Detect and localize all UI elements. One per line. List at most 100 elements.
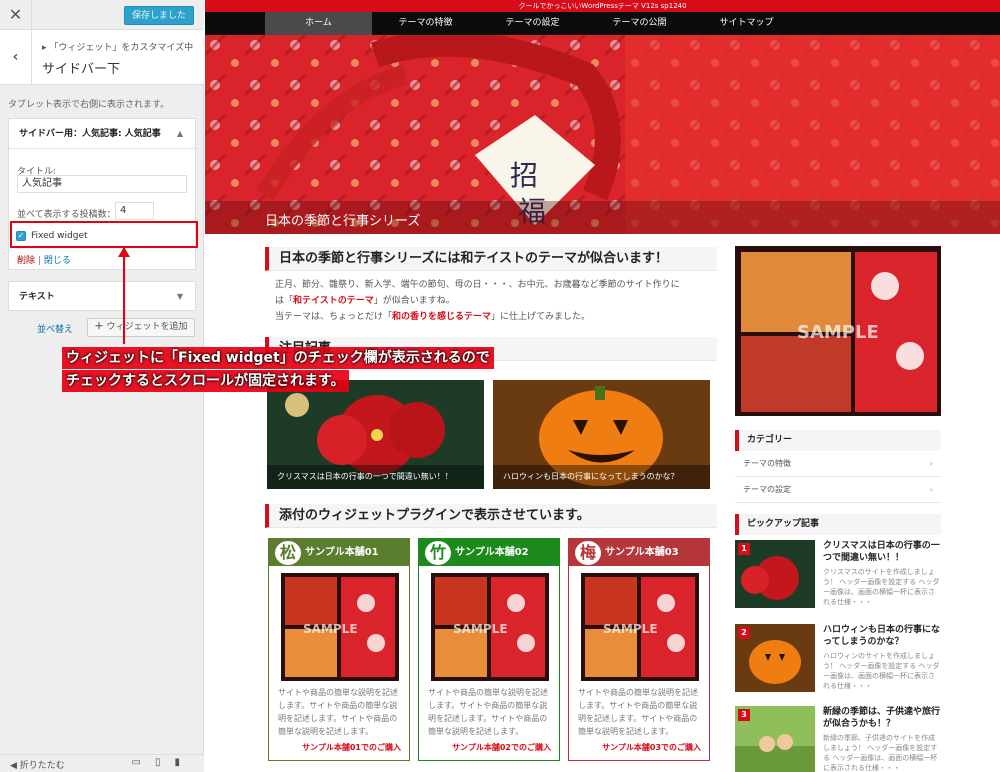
hero-caption-bar: 日本の季節と行事シリーズ xyxy=(205,201,1000,234)
nav-features[interactable]: テーマの特徴 xyxy=(372,12,479,35)
collapse-label: 折りたたむ xyxy=(19,761,65,771)
chevron-right-icon: › xyxy=(929,485,933,494)
device-switcher: ▭▯▮ xyxy=(132,757,194,768)
intro-line-3: 当テーマは、ちょっとだけ「和の香りを感じるテーマ」に仕上げてみました。 xyxy=(275,312,591,322)
plus-icon: ＋ xyxy=(94,322,104,332)
product-card-01: 松 サンプル本舗01 SAMPLE サイトや商品の簡単な説明を記述します。サイト… xyxy=(268,538,410,761)
site-top-bar: クールでかっこいいWordPressテーマ V12s sp1240 xyxy=(205,0,1000,12)
plugin-heading: 添付のウィジェットプラグインで表示させています。 xyxy=(265,504,717,528)
pickup-excerpt: クリスマスのサイトを作成しましょう！ ヘッダー画像を設定する ヘッダー画像は、画… xyxy=(823,568,940,606)
category-item[interactable]: テーマの設定 › xyxy=(735,477,941,503)
annotation-line-2: チェックするとスクロールが固定されます。 xyxy=(62,370,349,392)
product-description: サイトや商品の簡単な説明を記述します。サイトや商品の簡単な説明を記述します。サイ… xyxy=(578,688,698,736)
product-card-03: 梅 サンプル本舗03 SAMPLE サイトや商品の簡単な説明を記述します。サイト… xyxy=(568,538,710,761)
product-buy-link[interactable]: サンプル本舗01でのご購入 xyxy=(302,742,401,753)
close-link[interactable]: 閉じる xyxy=(44,256,71,266)
pickup-title-text: ハロウィンも日本の行事になってしまうのかな？ xyxy=(823,625,941,647)
pickup-item[interactable]: 1 クリスマスは日本の行事の一つで間違い無い！！ クリスマスのサイトを作成しまし… xyxy=(735,540,941,620)
svg-text:SAMPLE: SAMPLE xyxy=(603,622,658,636)
product-header: 竹 サンプル本舗02 xyxy=(419,539,559,566)
product-title: サンプル本舗03 xyxy=(605,547,679,558)
pickup-rank: 2 xyxy=(738,627,750,639)
pickup-rank: 1 xyxy=(738,543,750,555)
add-widget-label: ウィジェットを追加 xyxy=(106,322,188,332)
product-description: サイトや商品の簡単な説明を記述します。サイトや商品の簡単な説明を記述します。サイ… xyxy=(428,688,548,736)
widget-title: テキスト xyxy=(19,292,55,302)
featured-caption: クリスマスは日本の行事の一つで間違い無い！！ xyxy=(267,465,484,489)
category-title: カテゴリー xyxy=(735,430,941,451)
main-content: 日本の季節と行事シリーズには和テイストのテーマが似合います！ 正月、節分、雛祭り… xyxy=(265,247,717,325)
close-icon[interactable]: ✕ xyxy=(0,0,32,30)
pine-badge-icon: 松 xyxy=(275,541,301,565)
triangle-down-icon[interactable]: ▼ xyxy=(177,282,183,312)
post-count-label: 並べて表示する投稿数： xyxy=(17,210,116,220)
customizer-topbar: ✕ 保存しました xyxy=(0,0,204,30)
widget-text: テキスト ▼ xyxy=(8,281,196,311)
category-item[interactable]: テーマの特徴 › xyxy=(735,451,941,477)
product-buy-link[interactable]: サンプル本舗02でのご購入 xyxy=(452,742,551,753)
breadcrumb-text: 「ウィジェット」をカスタマイズ中 xyxy=(49,43,194,53)
post-count-input[interactable]: 4 xyxy=(115,202,154,220)
widget-title: サイドバー用：人気記事: 人気記事 xyxy=(19,129,161,139)
site-sidebar: SAMPLE カテゴリー テーマの特徴 › テーマの設定 › ピックアップ記事 1 … xyxy=(735,246,941,772)
widget-title-bar[interactable]: テキスト ▼ xyxy=(9,282,195,312)
svg-text:SAMPLE: SAMPLE xyxy=(453,622,508,636)
pickup-excerpt: 新緑の季節、子供達のサイトを作成しましょう！ ヘッダー画像を設定する ヘッダー画… xyxy=(823,734,938,772)
save-button[interactable]: 保存しました xyxy=(124,6,194,25)
hero-image: 招 福 日本の季節と行事シリーズ xyxy=(205,35,1000,234)
pickup-item[interactable]: 3 新緑の季節は、子供達や旅行が似合うかも！？ 新緑の季節、子供達のサイトを作成… xyxy=(735,706,941,772)
intro-text: 正月、節分、雛祭り、新入学、端午の節句、母の日・・・、お中元、お歳暮など季節のサ… xyxy=(265,271,717,325)
collapse-button[interactable]: ◀ 折りたたむ xyxy=(10,758,65,771)
intro-line-2: は「和テイストのテーマ」が似合いますね。 xyxy=(275,296,455,306)
svg-text:SAMPLE: SAMPLE xyxy=(303,622,358,636)
sidebar-image[interactable]: SAMPLE xyxy=(735,246,941,416)
widget-title-bar[interactable]: サイドバー用：人気記事: 人気記事 ▲ xyxy=(9,119,195,149)
bamboo-badge-icon: 竹 xyxy=(425,541,451,565)
title-input[interactable]: 人気記事 xyxy=(17,175,187,193)
pickup-item[interactable]: 2 ハロウィンも日本の行事になってしまうのかな？ ハロウィンのサイトを作成しまし… xyxy=(735,624,941,704)
nav-home[interactable]: ホーム xyxy=(265,12,372,35)
nav-sitemap[interactable]: サイトマップ xyxy=(693,12,800,35)
hero-title: 日本の季節と行事シリーズ xyxy=(265,214,421,229)
product-image[interactable]: SAMPLE xyxy=(431,573,549,681)
widget-actions: 削除 | 閉じる xyxy=(17,253,71,266)
chevron-left-icon[interactable]: ‹ xyxy=(0,30,32,85)
add-widget-button[interactable]: ＋ ウィジェットを追加 xyxy=(87,318,195,337)
product-title: サンプル本舗01 xyxy=(305,547,379,558)
section-heading: 日本の季節と行事シリーズには和テイストのテーマが似合います！ xyxy=(265,247,717,271)
product-header: 梅 サンプル本舗03 xyxy=(569,539,709,566)
panel-title: サイドバー下 xyxy=(42,62,121,77)
pickup-excerpt: ハロウィンのサイトを作成しましょう！ ヘッダー画像を設定する ヘッダー画像は、画… xyxy=(823,652,940,690)
plum-badge-icon: 梅 xyxy=(575,541,601,565)
featured-card-halloween[interactable]: ハロウィンも日本の行事になってしまうのかな？ xyxy=(493,380,710,489)
product-header: 松 サンプル本舗01 xyxy=(269,539,409,566)
product-image[interactable]: SAMPLE xyxy=(581,573,699,681)
pickup-title-text: 新緑の季節は、子供達や旅行が似合うかも！？ xyxy=(823,707,941,729)
mobile-icon[interactable]: ▮ xyxy=(174,757,194,768)
product-image[interactable]: SAMPLE xyxy=(281,573,399,681)
main-nav: ホーム テーマの特徴 テーマの設定 テーマの公開 サイトマップ xyxy=(205,12,1000,35)
product-description: サイトや商品の簡単な説明を記述します。サイトや商品の簡単な説明を記述します。サイ… xyxy=(278,688,398,736)
annotation-line-1: ウィジェットに「Fixed widget」のチェック欄が表示されるので xyxy=(62,347,494,369)
triangle-up-icon[interactable]: ▲ xyxy=(177,119,183,149)
category-widget: カテゴリー テーマの特徴 › テーマの設定 › xyxy=(735,430,941,503)
desktop-icon[interactable]: ▭ xyxy=(132,757,155,768)
tablet-icon[interactable]: ▯ xyxy=(155,757,175,768)
pickup-title-text: クリスマスは日本の行事の一つで間違い無い！！ xyxy=(823,541,940,563)
annotation-callout: ウィジェットに「Fixed widget」のチェック欄が表示されるので チェック… xyxy=(62,347,502,393)
nav-publish[interactable]: テーマの公開 xyxy=(586,12,693,35)
delete-link[interactable]: 削除 xyxy=(17,256,35,266)
featured-card-christmas[interactable]: クリスマスは日本の行事の一つで間違い無い！！ xyxy=(267,380,484,489)
intro-line-1: 正月、節分、雛祭り、新入学、端午の節句、母の日・・・、お中元、お歳暮など季節のサ… xyxy=(275,280,680,290)
product-buy-link[interactable]: サンプル本舗03でのご購入 xyxy=(602,742,701,753)
nav-settings[interactable]: テーマの設定 xyxy=(479,12,586,35)
annotation-highlight-box xyxy=(10,221,198,248)
pickup-title: ピックアップ記事 xyxy=(735,514,941,535)
svg-text:SAMPLE: SAMPLE xyxy=(797,322,879,343)
product-card-02: 竹 サンプル本舗02 SAMPLE サイトや商品の簡単な説明を記述します。サイト… xyxy=(418,538,560,761)
customizer-footer: ◀ 折りたたむ ▭▯▮ xyxy=(0,754,204,772)
featured-caption: ハロウィンも日本の行事になってしまうのかな？ xyxy=(493,465,710,489)
collapse-icon: ◀ xyxy=(10,761,17,771)
svg-text:招: 招 xyxy=(510,159,538,192)
reorder-link[interactable]: 並べ替え xyxy=(37,322,73,335)
